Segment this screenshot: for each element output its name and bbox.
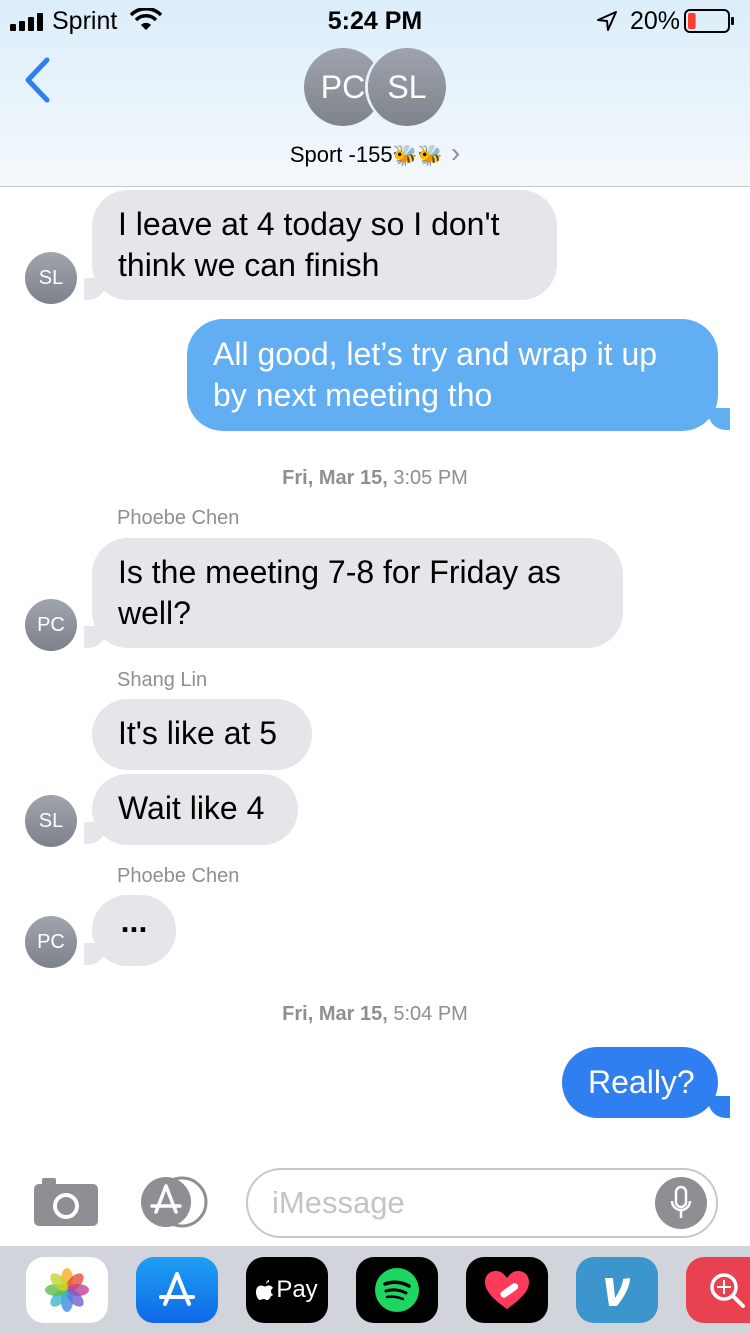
sender-name: Shang Lin — [117, 669, 208, 691]
message-bubble[interactable]: I leave at 4 today so I don't think we c… — [92, 190, 557, 300]
message-bubble[interactable]: Wait like 4 — [92, 774, 298, 845]
timestamp: Fri, Mar 15, 3:05 PM — [0, 467, 750, 490]
heart-app-icon — [485, 1271, 529, 1309]
timestamp-time: 5:04 PM — [387, 1003, 468, 1025]
message-line: Is the meeting 7-8 for Friday as — [118, 554, 561, 590]
timestamp: Fri, Mar 15, 5:04 PM — [0, 1003, 750, 1026]
message-line: well? — [118, 595, 191, 631]
message-line: Wait like 4 — [118, 790, 265, 826]
timestamp-day: Fri, Mar 15, — [282, 1003, 388, 1025]
sender-name: Phoebe Chen — [117, 507, 240, 529]
message-bubble[interactable]: Really? — [562, 1047, 718, 1118]
app-store-icon — [141, 1176, 208, 1228]
message-line: All good, let’s try and wrap it up — [213, 336, 658, 372]
participant-avatar-sl[interactable]: SL — [368, 48, 446, 126]
avatar[interactable]: PC — [25, 599, 77, 651]
battery-percent: 20% — [630, 7, 681, 35]
camera-icon — [34, 1178, 98, 1226]
timestamp-time: 3:05 PM — [387, 467, 468, 489]
heart-app-button[interactable] — [466, 1257, 548, 1323]
venmo-app-button[interactable] — [576, 1257, 658, 1323]
camera-button[interactable] — [32, 1174, 100, 1228]
message-bubble[interactable]: Is the meeting 7-8 for Friday as well? — [92, 538, 623, 648]
photos-icon — [45, 1268, 89, 1312]
conversation-header: Sprint 5:24 PM 20% PC SL Sport -155🐝🐝 › — [0, 0, 750, 187]
apple-pay-icon — [256, 1280, 274, 1300]
apple-pay-label: Pay — [276, 1276, 318, 1303]
photos-app-button[interactable] — [26, 1257, 108, 1323]
microphone-icon — [670, 1185, 692, 1218]
message-line: by next meeting tho — [213, 377, 493, 413]
spotify-icon — [375, 1268, 419, 1312]
group-name: Sport -155 — [289, 142, 393, 167]
apps-button[interactable] — [140, 1176, 212, 1228]
typing-dots: ... — [120, 903, 148, 939]
avatar[interactable]: PC — [25, 916, 77, 968]
battery-icon — [684, 9, 736, 38]
search-app-button[interactable] — [686, 1257, 750, 1323]
timestamp-day: Fri, Mar 15, — [282, 467, 388, 489]
group-details-button[interactable]: Sport -155🐝🐝 › — [0, 137, 750, 169]
app-drawer: Pay — [0, 1246, 750, 1334]
venmo-icon — [605, 1278, 630, 1306]
message-bubble[interactable]: All good, let’s try and wrap it up by ne… — [187, 319, 718, 431]
chevron-left-icon — [25, 57, 50, 103]
dictation-button[interactable] — [655, 1177, 707, 1229]
message-input-placeholder: iMessage — [272, 1185, 405, 1220]
message-line: Really? — [588, 1064, 695, 1100]
back-button[interactable] — [22, 56, 62, 106]
bee-emoji: 🐝🐝 — [392, 145, 443, 167]
message-line: It's like at 5 — [118, 715, 278, 751]
app-store-icon — [159, 1272, 195, 1306]
message-line: I leave at 4 today so I don't — [118, 206, 500, 242]
message-bubble[interactable]: ... — [92, 895, 176, 966]
app-store-app-button[interactable] — [136, 1257, 218, 1323]
avatar[interactable]: SL — [25, 252, 77, 304]
apple-pay-app-button[interactable]: Pay — [246, 1257, 328, 1323]
chevron-right-icon: › — [450, 137, 461, 168]
sender-name: Phoebe Chen — [117, 865, 240, 887]
location-arrow-icon — [596, 10, 618, 37]
search-app-icon — [710, 1273, 745, 1308]
message-bubble[interactable]: It's like at 5 — [92, 699, 312, 770]
message-line: think we can finish — [118, 247, 380, 283]
spotify-app-button[interactable] — [356, 1257, 438, 1323]
avatar[interactable]: SL — [25, 795, 77, 847]
